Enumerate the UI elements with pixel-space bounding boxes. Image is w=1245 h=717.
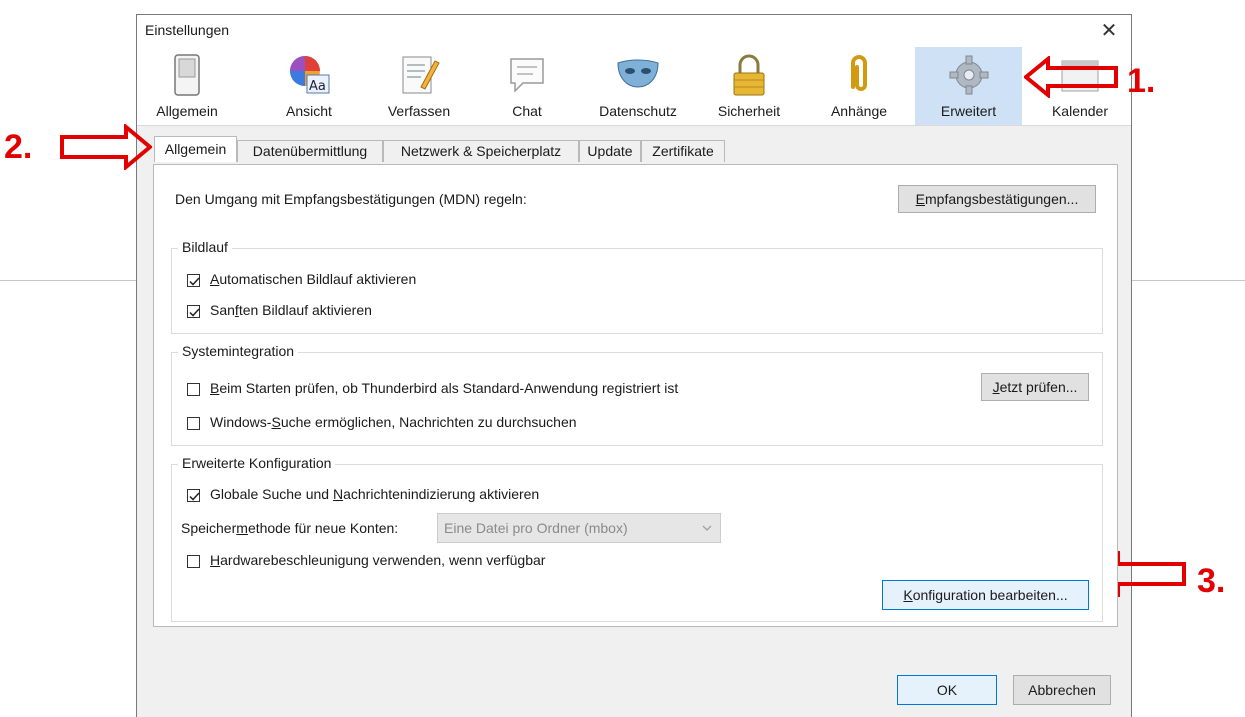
- text: ten Bildlauf aktivieren: [238, 302, 372, 318]
- tab-panel-allgemein: Den Umgang mit Empfangsbestätigungen (MD…: [153, 164, 1118, 627]
- chevron-down-icon: [702, 525, 712, 531]
- checkbox-windows-search[interactable]: [187, 417, 200, 430]
- padlock-icon: [733, 54, 765, 96]
- label-windows-search[interactable]: Windows-Suche ermöglichen, Nachrichten z…: [210, 414, 577, 430]
- text: uche ermöglichen, Nachrichten zu durchsu…: [280, 414, 577, 430]
- annotation-label-2: 2.: [4, 128, 33, 166]
- mnemonic: m: [236, 520, 248, 536]
- checkbox-default-app-check[interactable]: [187, 383, 200, 396]
- toolbar-item-datenschutz[interactable]: Datenschutz: [589, 47, 687, 125]
- settings-dialog: Einstellungen ✕ Allgemein Aa Ansicht Ver…: [136, 14, 1132, 717]
- text: Windows-: [210, 414, 272, 430]
- label-hardware-acceleration[interactable]: Hardwarebeschleunigung verwenden, wenn v…: [210, 552, 545, 568]
- text: Speicher: [181, 520, 237, 536]
- cancel-button[interactable]: Abbrechen: [1013, 675, 1111, 705]
- annotation-label-1: 1.: [1127, 62, 1156, 100]
- svg-text:Aa: Aa: [309, 79, 326, 94]
- toolbar-item-verfassen[interactable]: Verfassen: [379, 47, 459, 125]
- mdn-button[interactable]: Empfangsbestätigungen...: [898, 185, 1096, 213]
- switch-icon: [174, 54, 200, 96]
- ok-button[interactable]: OK: [897, 675, 997, 705]
- select-value: Eine Datei pro Ordner (mbox): [444, 520, 628, 536]
- toolbar-label: Allgemein: [156, 103, 218, 119]
- checkbox-hardware-acceleration[interactable]: [187, 555, 200, 568]
- checkbox-global-search[interactable]: [187, 489, 200, 502]
- label-smooth-scroll[interactable]: Sanften Bildlauf aktivieren: [210, 302, 372, 318]
- compose-icon: [402, 56, 440, 94]
- annotation-arrow-left-icon: [1024, 56, 1118, 98]
- group-title: Erweiterte Konfiguration: [178, 455, 336, 471]
- toolbar-label: Chat: [512, 103, 542, 119]
- button-label: onfiguration bearbeiten...: [912, 587, 1068, 603]
- text: utomatischen Bildlauf aktivieren: [219, 271, 417, 287]
- annotation-label-3: 3.: [1197, 562, 1226, 600]
- checkmark-icon: [189, 492, 200, 501]
- mnemonic: E: [915, 191, 925, 207]
- toolbar-item-allgemein[interactable]: Allgemein: [149, 47, 225, 125]
- mnemonic: K: [903, 587, 913, 603]
- toolbar-item-sicherheit[interactable]: Sicherheit: [709, 47, 789, 125]
- color-font-icon: Aa: [290, 56, 330, 94]
- text: ethode für neue Konten:: [247, 520, 399, 536]
- mnemonic: J: [992, 379, 1000, 395]
- group-bildlauf: Bildlauf Automatischen Bildlauf aktivier…: [171, 239, 1103, 334]
- text: eim Starten prüfen, ob Thunderbird als S…: [219, 380, 679, 396]
- checkbox-smooth-scroll[interactable]: [187, 305, 200, 318]
- group-title: Systemintegration: [178, 343, 299, 359]
- mnemonic: A: [210, 271, 220, 287]
- mnemonic: H: [210, 552, 221, 568]
- mnemonic: S: [271, 414, 281, 430]
- background-line: [0, 280, 136, 281]
- chat-bubble-icon: [510, 58, 544, 93]
- close-icon[interactable]: ✕: [1095, 17, 1123, 45]
- mnemonic: N: [332, 486, 344, 502]
- group-systemintegration: Systemintegration Beim Starten prüfen, o…: [171, 343, 1103, 446]
- mdn-label: Den Umgang mit Empfangsbestätigungen (MD…: [175, 191, 527, 207]
- tab-update[interactable]: Update: [579, 140, 641, 162]
- mnemonic: B: [210, 380, 220, 396]
- text: ardwarebeschleunigung verwenden, wenn ve…: [220, 552, 546, 568]
- paperclip-icon: [851, 55, 867, 91]
- check-now-button[interactable]: Jetzt prüfen...: [981, 373, 1089, 401]
- text: Globale Suche und: [210, 486, 333, 502]
- text: achrichtenindizierung aktivieren: [343, 486, 540, 502]
- button-label: mpfangsbestätigungen...: [925, 191, 1079, 207]
- toolbar-label: Sicherheit: [717, 103, 781, 119]
- checkbox-auto-scroll[interactable]: [187, 274, 200, 287]
- tab-zertifikate[interactable]: Zertifikate: [641, 140, 725, 162]
- label-default-app-check[interactable]: Beim Starten prüfen, ob Thunderbird als …: [210, 380, 678, 396]
- tab-datenuebermittlung[interactable]: Datenübermittlung: [237, 140, 383, 162]
- toolbar-item-anhaenge[interactable]: Anhänge: [817, 47, 901, 125]
- tab-allgemein[interactable]: Allgemein: [154, 136, 237, 162]
- label-auto-scroll[interactable]: Automatischen Bildlauf aktivieren: [210, 271, 416, 287]
- toolbar-label: Anhänge: [830, 103, 888, 119]
- toolbar-item-ansicht[interactable]: Aa Ansicht: [271, 47, 347, 125]
- annotation-arrow-right-icon: [60, 124, 152, 170]
- toolbar-label: Ansicht: [286, 103, 332, 119]
- label-storage-method: Speichermethode für neue Konten:: [181, 520, 398, 536]
- toolbar-label: Kalender: [1051, 103, 1109, 119]
- gear-icon: [949, 55, 989, 95]
- mask-icon: [617, 59, 659, 88]
- toolbar-item-erweitert[interactable]: Erweitert: [915, 47, 1022, 125]
- window-title: Einstellungen: [145, 22, 230, 38]
- storage-method-select: Eine Datei pro Ordner (mbox): [437, 513, 721, 543]
- category-toolbar: Allgemein Aa Ansicht Verfassen Chat Date…: [137, 47, 1131, 126]
- toolbar-label: Datenschutz: [599, 103, 677, 119]
- toolbar-label: Erweitert: [940, 103, 997, 119]
- tab-netzwerk-speicherplatz[interactable]: Netzwerk & Speicherplatz: [383, 140, 579, 162]
- checkmark-icon: [189, 277, 200, 286]
- group-title: Bildlauf: [178, 239, 232, 255]
- button-label: etzt prüfen...: [999, 379, 1078, 395]
- title-bar: Einstellungen ✕: [137, 15, 1131, 47]
- checkmark-icon: [189, 308, 200, 317]
- config-editor-button[interactable]: Konfiguration bearbeiten...: [882, 580, 1089, 610]
- toolbar-item-chat[interactable]: Chat: [489, 47, 565, 125]
- group-erweiterte-konfiguration: Erweiterte Konfiguration Globale Suche u…: [171, 455, 1103, 622]
- text: San: [210, 302, 235, 318]
- background-line: [1132, 280, 1245, 281]
- label-global-search[interactable]: Globale Suche und Nachrichtenindizierung…: [210, 486, 539, 502]
- toolbar-label: Verfassen: [387, 103, 451, 119]
